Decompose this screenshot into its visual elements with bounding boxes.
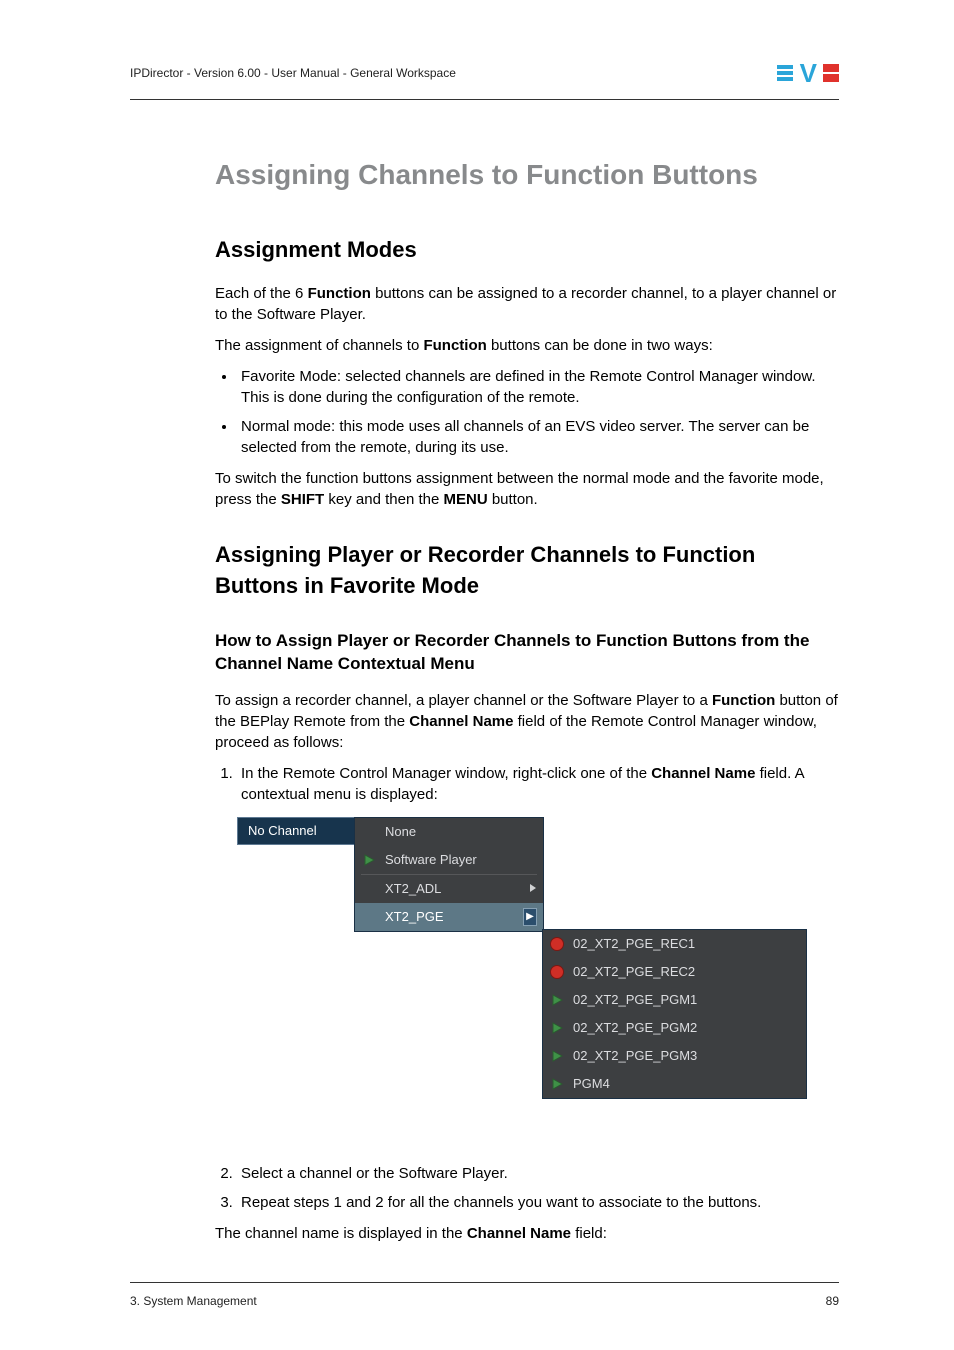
paragraph: Each of the 6 Function buttons can be as… <box>215 283 839 325</box>
menu-item-software-player[interactable]: Software Player <box>355 846 543 874</box>
submenu-label: 02_XT2_PGE_REC2 <box>573 963 695 981</box>
context-menu: None Software Player XT2_ADL <box>354 817 544 932</box>
record-icon <box>549 936 565 952</box>
section-heading: Assigning Player or Recorder Channels to… <box>215 540 839 602</box>
submenu-item-rec2[interactable]: 02_XT2_PGE_REC2 <box>543 958 806 986</box>
menu-label: XT2_ADL <box>385 880 441 898</box>
menu-label: Software Player <box>385 851 477 869</box>
evs-logo: V <box>777 55 839 91</box>
ordered-list: Select a channel or the Software Player.… <box>215 1163 839 1213</box>
submenu-label: 02_XT2_PGE_PGM1 <box>573 991 697 1009</box>
menu-item-xt2-adl[interactable]: XT2_ADL <box>355 875 543 903</box>
submenu-item-pgm4[interactable]: PGM4 <box>543 1070 806 1098</box>
ordered-list: In the Remote Control Manager window, ri… <box>215 763 839 805</box>
blank-icon <box>361 824 377 840</box>
submenu-item-pgm1[interactable]: 02_XT2_PGE_PGM1 <box>543 986 806 1014</box>
list-item: Favorite Mode: selected channels are def… <box>237 366 839 408</box>
submenu-item-pgm2[interactable]: 02_XT2_PGE_PGM2 <box>543 1014 806 1042</box>
context-submenu: 02_XT2_PGE_REC1 02_XT2_PGE_REC2 02_XT2_P… <box>542 929 807 1099</box>
submenu-item-pgm3[interactable]: 02_XT2_PGE_PGM3 <box>543 1042 806 1070</box>
paragraph: The assignment of channels to Function b… <box>215 335 839 356</box>
submenu-label: 02_XT2_PGE_REC1 <box>573 935 695 953</box>
context-menu-figure: No Channel None Software Player XT2_ADL <box>237 817 812 1145</box>
list-item: Repeat steps 1 and 2 for all the channel… <box>237 1192 839 1213</box>
sub-heading: How to Assign Player or Recorder Channel… <box>215 630 839 676</box>
page-title: Assigning Channels to Function Buttons <box>215 155 839 194</box>
bullet-list: Favorite Mode: selected channels are def… <box>215 366 839 458</box>
play-icon <box>549 1076 565 1092</box>
list-item: Normal mode: this mode uses all channels… <box>237 416 839 458</box>
submenu-label: 02_XT2_PGE_PGM2 <box>573 1019 697 1037</box>
menu-label: None <box>385 823 416 841</box>
section-heading: Assignment Modes <box>215 235 839 266</box>
play-icon <box>549 992 565 1008</box>
page-header: IPDirector - Version 6.00 - User Manual … <box>130 55 839 100</box>
chevron-right-icon: ▶ <box>523 908 537 926</box>
paragraph: To switch the function buttons assignmen… <box>215 468 839 510</box>
page-footer: 3. System Management 89 <box>130 1282 839 1310</box>
play-icon <box>361 852 377 868</box>
menu-item-none[interactable]: None <box>355 818 543 846</box>
blank-icon <box>361 881 377 897</box>
play-icon <box>549 1020 565 1036</box>
page-number: 89 <box>826 1293 839 1310</box>
menu-label: XT2_PGE <box>385 908 444 926</box>
submenu-label: 02_XT2_PGE_PGM3 <box>573 1047 697 1065</box>
play-icon <box>549 1048 565 1064</box>
chevron-right-icon <box>529 880 537 898</box>
list-item: In the Remote Control Manager window, ri… <box>237 763 839 805</box>
list-item: Select a channel or the Software Player. <box>237 1163 839 1184</box>
submenu-label: PGM4 <box>573 1075 610 1093</box>
blank-icon <box>361 909 377 925</box>
paragraph: To assign a recorder channel, a player c… <box>215 690 839 753</box>
footer-section: 3. System Management <box>130 1293 257 1310</box>
submenu-item-rec1[interactable]: 02_XT2_PGE_REC1 <box>543 930 806 958</box>
menu-item-xt2-pge[interactable]: XT2_PGE ▶ <box>355 903 543 931</box>
paragraph: The channel name is displayed in the Cha… <box>215 1223 839 1244</box>
header-breadcrumb: IPDirector - Version 6.00 - User Manual … <box>130 65 456 82</box>
record-icon <box>549 964 565 980</box>
